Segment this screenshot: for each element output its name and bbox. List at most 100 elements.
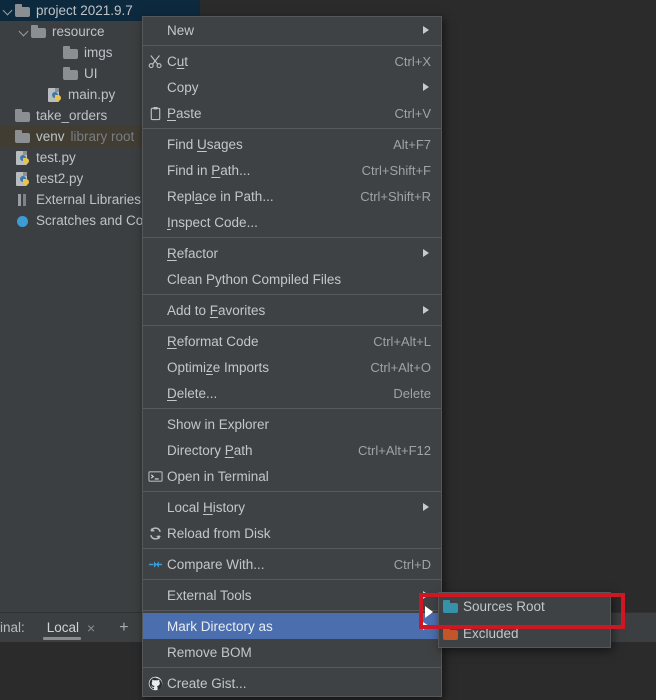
menu-item-new[interactable]: New xyxy=(143,17,441,43)
clipboard-icon xyxy=(143,100,167,126)
menu-item-find-in-path[interactable]: Find in Path... Ctrl+Shift+F xyxy=(143,157,441,183)
menu-item-show-in-explorer[interactable]: Show in Explorer xyxy=(143,411,441,437)
menu-item-label: Clean Python Compiled Files xyxy=(167,271,342,287)
menu-item-replace-in-path[interactable]: Replace in Path... Ctrl+Shift+R xyxy=(143,183,441,209)
menu-item-compare-with[interactable]: Compare With... Ctrl+D xyxy=(143,551,441,577)
folder-icon xyxy=(439,594,463,620)
menu-separator xyxy=(143,128,441,129)
scratches-icon xyxy=(15,213,31,229)
terminal-tab-local[interactable]: Local × xyxy=(42,613,95,643)
menu-item-label: Compare With... xyxy=(167,556,265,572)
folder-icon xyxy=(15,108,31,124)
menu-separator xyxy=(143,610,441,611)
menu-item-shortcut: Ctrl+Shift+F xyxy=(361,162,431,178)
close-icon[interactable]: × xyxy=(87,620,95,636)
menu-separator xyxy=(143,491,441,492)
python-file-icon xyxy=(15,150,31,166)
scissors-icon xyxy=(143,48,167,74)
menu-item-remove-bom[interactable]: Remove BOM xyxy=(143,639,441,665)
menu-item-cut[interactable]: Cut Ctrl+X xyxy=(143,48,441,74)
menu-item-label: Optimize Imports xyxy=(167,359,270,375)
reload-icon xyxy=(143,520,167,546)
menu-separator xyxy=(143,408,441,409)
menu-item-label: Refactor xyxy=(167,245,219,261)
menu-item-create-gist[interactable]: Create Gist... xyxy=(143,670,441,696)
menu-item-label: Paste xyxy=(167,105,202,121)
menu-icon-slot xyxy=(143,17,167,43)
menu-item-reload-from-disk[interactable]: Reload from Disk xyxy=(143,520,441,546)
menu-item-shortcut: Ctrl+Alt+L xyxy=(373,333,431,349)
submenu-pointer-arrow xyxy=(425,606,433,618)
menu-item-copy[interactable]: Copy xyxy=(143,74,441,100)
mark-directory-as-submenu[interactable]: Sources Root Excluded xyxy=(438,592,611,648)
submenu-item-excluded[interactable]: Excluded xyxy=(439,620,610,647)
terminal-tab-label: Local xyxy=(46,620,80,635)
chevron-right-icon xyxy=(422,582,431,608)
tab-underline xyxy=(42,636,82,640)
menu-item-shortcut: Ctrl+V xyxy=(394,105,431,121)
menu-item-shortcut: Ctrl+X xyxy=(394,53,431,69)
menu-item-reformat-code[interactable]: Reformat Code Ctrl+Alt+L xyxy=(143,328,441,354)
menu-separator xyxy=(143,45,441,46)
add-terminal-icon[interactable]: + xyxy=(119,619,128,637)
menu-item-label: Create Gist... xyxy=(167,675,247,691)
menu-item-shortcut: Delete xyxy=(393,385,431,401)
menu-item-directory-path[interactable]: Directory Path Ctrl+Alt+F12 xyxy=(143,437,441,463)
context-menu[interactable]: New Cut Ctrl+X Copy Paste Ctrl+V Find Usages Al… xyxy=(142,16,442,697)
menu-item-label: Reload from Disk xyxy=(167,525,271,541)
menu-item-shortcut: Alt+F7 xyxy=(393,136,431,152)
menu-item-label: Local History xyxy=(167,499,246,515)
menu-item-find-usages[interactable]: Find Usages Alt+F7 xyxy=(143,131,441,157)
menu-item-external-tools[interactable]: External Tools xyxy=(143,582,441,608)
menu-icon-slot xyxy=(143,183,167,209)
python-file-icon xyxy=(15,171,31,187)
menu-item-label: Remove BOM xyxy=(167,644,252,660)
chevron-right-icon xyxy=(422,494,431,520)
menu-item-mark-directory-as[interactable]: Mark Directory as xyxy=(143,613,441,639)
menu-separator xyxy=(143,294,441,295)
folder-glyph xyxy=(443,599,459,615)
submenu-item-sources-root[interactable]: Sources Root xyxy=(439,593,610,620)
menu-item-label: Delete... xyxy=(167,385,218,401)
menu-item-add-to-favorites[interactable]: Add to Favorites xyxy=(143,297,441,323)
menu-item-label: Reformat Code xyxy=(167,333,259,349)
tree-row-label: UI xyxy=(84,66,98,81)
menu-icon-slot xyxy=(143,240,167,266)
folder-icon xyxy=(15,129,31,145)
tree-row-label: External Libraries xyxy=(36,192,142,207)
compare-icon xyxy=(143,551,167,577)
terminal-title: inal: xyxy=(0,620,25,635)
menu-item-clean-python-compiled-files[interactable]: Clean Python Compiled Files xyxy=(143,266,441,292)
menu-separator xyxy=(143,325,441,326)
tree-row-label: imgs xyxy=(84,45,113,60)
tree-row-label: take_orders xyxy=(36,108,108,123)
menu-item-label: Replace in Path... xyxy=(167,188,274,204)
chevron-down-icon[interactable] xyxy=(2,4,15,17)
menu-item-inspect-code[interactable]: Inspect Code... xyxy=(143,209,441,235)
menu-separator xyxy=(143,237,441,238)
menu-item-label: Find Usages xyxy=(167,136,243,152)
menu-item-open-in-terminal[interactable]: Open in Terminal xyxy=(143,463,441,489)
menu-icon-slot xyxy=(143,437,167,463)
chevron-down-icon[interactable] xyxy=(18,25,31,38)
menu-item-delete[interactable]: Delete... Delete xyxy=(143,380,441,406)
menu-icon-slot xyxy=(143,582,167,608)
menu-icon-slot xyxy=(143,266,167,292)
menu-item-refactor[interactable]: Refactor xyxy=(143,240,441,266)
menu-item-optimize-imports[interactable]: Optimize Imports Ctrl+Alt+O xyxy=(143,354,441,380)
menu-icon-slot xyxy=(143,613,167,639)
menu-item-label: Mark Directory as xyxy=(167,618,273,634)
tree-row-label: main.py xyxy=(68,87,116,102)
tree-row-label: test2.py xyxy=(36,171,84,186)
menu-icon-slot xyxy=(143,328,167,354)
menu-separator xyxy=(143,667,441,668)
menu-icon-slot xyxy=(143,297,167,323)
menu-item-local-history[interactable]: Local History xyxy=(143,494,441,520)
chevron-right-icon xyxy=(422,17,431,43)
menu-icon-slot xyxy=(143,354,167,380)
menu-item-paste[interactable]: Paste Ctrl+V xyxy=(143,100,441,126)
menu-icon-slot xyxy=(143,131,167,157)
menu-item-label: Add to Favorites xyxy=(167,302,266,318)
python-file-icon xyxy=(47,87,63,103)
chevron-right-icon xyxy=(422,297,431,323)
